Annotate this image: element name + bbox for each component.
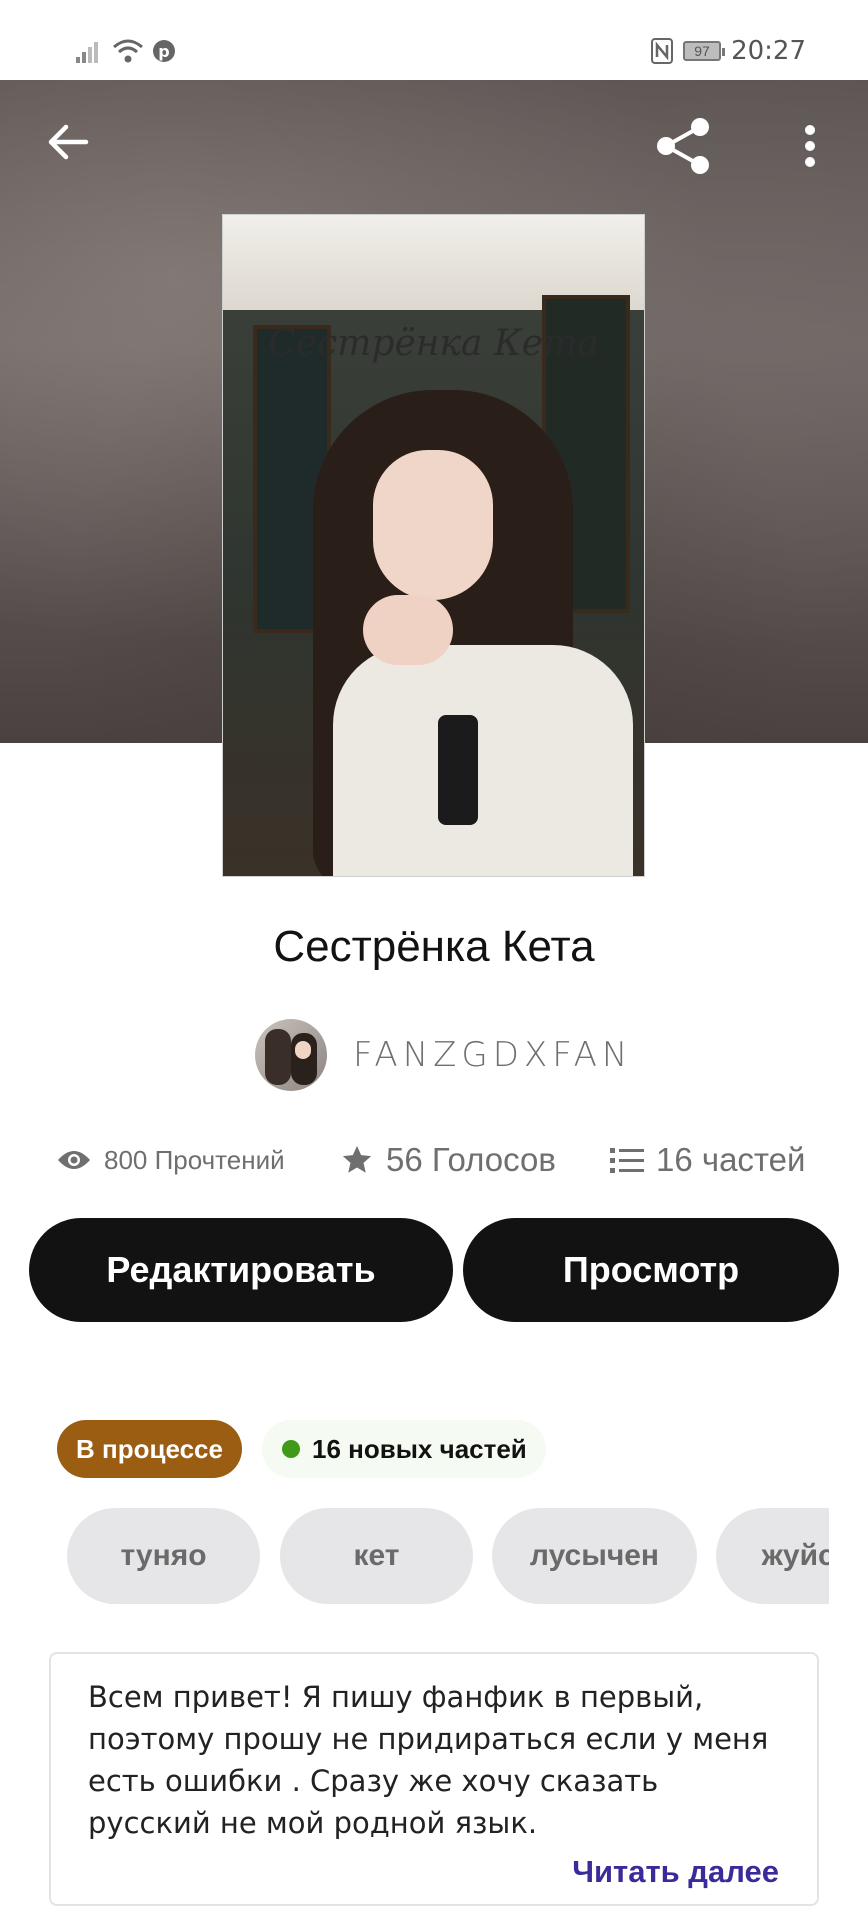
view-button[interactable]: Просмотр xyxy=(463,1218,839,1322)
wifi-icon xyxy=(113,39,143,63)
back-button[interactable] xyxy=(38,112,98,172)
avatar[interactable] xyxy=(255,1019,327,1091)
status-bar: p 97 20:27 xyxy=(0,0,868,80)
star-icon xyxy=(342,1145,372,1173)
cover-tie xyxy=(438,715,478,825)
tag-chip[interactable]: кет xyxy=(280,1508,473,1604)
story-title: Сестрёнка Кета xyxy=(273,922,595,971)
tag-chip[interactable]: лусычен xyxy=(492,1508,697,1604)
story-cover-image[interactable]: Сестрёнка Кета xyxy=(222,214,645,877)
more-vertical-icon xyxy=(805,125,815,167)
status-right: 97 20:27 xyxy=(651,34,806,68)
eye-icon xyxy=(58,1151,90,1169)
story-stats: 800 Прочтений 56 Голосов 16 частей xyxy=(0,1130,868,1190)
battery-icon: 97 xyxy=(683,41,726,61)
new-dot-icon xyxy=(282,1440,300,1458)
author-row[interactable]: FANZGDXFAN xyxy=(255,1018,632,1092)
reads-stat: 800 Прочтений xyxy=(56,1130,285,1190)
share-icon xyxy=(657,118,709,174)
pinterest-icon: p xyxy=(153,40,175,62)
new-parts-badge: 16 новых частей xyxy=(262,1420,546,1478)
list-icon xyxy=(610,1148,644,1173)
parts-count: 16 частей xyxy=(656,1141,806,1178)
parts-stat: 16 частей xyxy=(610,1130,805,1190)
battery-level: 97 xyxy=(694,43,710,59)
tag-chip[interactable]: жуйсы xyxy=(716,1508,829,1604)
new-parts-label: 16 новых частей xyxy=(312,1433,527,1464)
cover-hand xyxy=(363,595,453,665)
cover-face xyxy=(373,450,493,600)
author-name[interactable]: FANZGDXFAN xyxy=(353,1035,632,1075)
svg-text:p: p xyxy=(158,42,169,61)
description-text: Всем привет! Я пишу фанфик в первый, поэ… xyxy=(88,1680,769,1840)
more-button[interactable] xyxy=(790,112,830,180)
votes-count: 56 Голосов xyxy=(386,1141,556,1178)
nfc-icon xyxy=(651,38,674,64)
signal-icon xyxy=(76,42,98,63)
status-left: p xyxy=(76,36,176,66)
read-more-link[interactable]: Читать далее xyxy=(572,1854,779,1890)
status-badge: В процессе xyxy=(57,1420,242,1478)
cover-body xyxy=(333,645,633,876)
reads-count: 800 Прочтений xyxy=(104,1144,285,1175)
tag-chip[interactable]: туняо xyxy=(67,1508,260,1604)
description-box: Всем привет! Я пишу фанфик в первый, поэ… xyxy=(49,1652,819,1906)
tag-list: туняо кет лусычен жуйсы xyxy=(67,1508,829,1604)
votes-stat: 56 Голосов xyxy=(340,1130,556,1190)
edit-button[interactable]: Редактировать xyxy=(29,1218,453,1322)
clock: 20:27 xyxy=(731,36,806,66)
back-arrow-icon xyxy=(48,124,89,160)
cover-title-text: Сестрёнка Кета xyxy=(268,323,599,364)
share-button[interactable] xyxy=(650,112,718,180)
